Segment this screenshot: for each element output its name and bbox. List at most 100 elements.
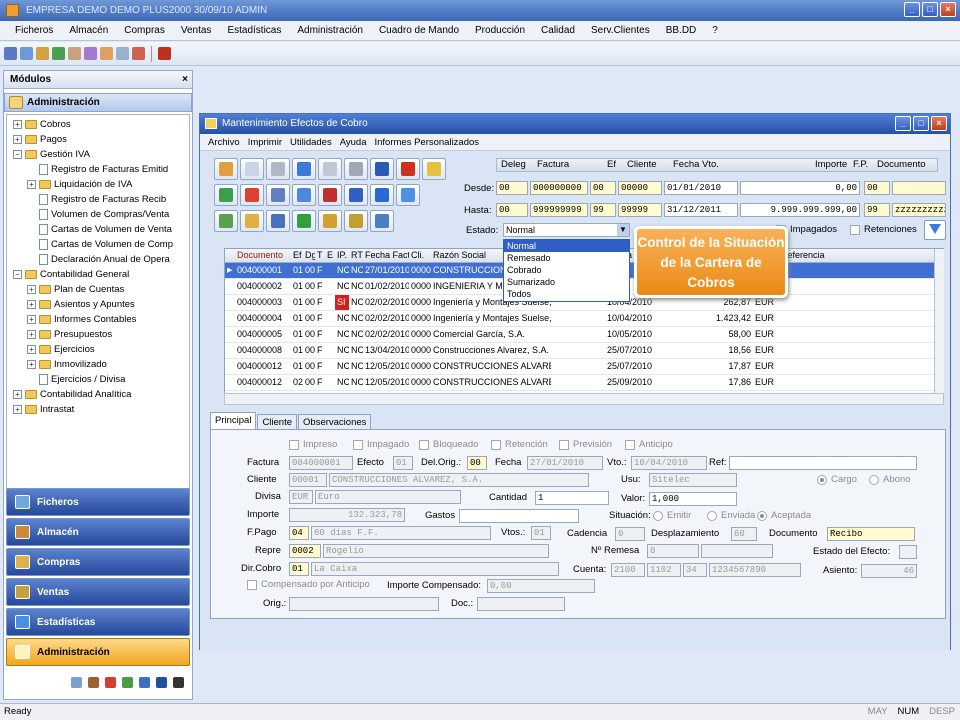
dir-cobro-name-field[interactable]: La Caixa (311, 562, 559, 576)
enviada-radio[interactable] (707, 511, 717, 521)
tree-node[interactable]: Cartas de Volumen de Comp (7, 237, 189, 252)
divisa-name-field[interactable]: Euro (315, 490, 461, 504)
action-button[interactable] (318, 158, 342, 180)
shortcut-icon[interactable] (122, 676, 133, 688)
shortcut-icon[interactable] (139, 676, 150, 688)
tool-icon[interactable] (52, 47, 65, 60)
window-menu-item[interactable]: Utilidades (286, 137, 336, 148)
tool-icon[interactable] (132, 47, 145, 60)
menu-item[interactable]: Compras (115, 25, 172, 36)
menu-item[interactable]: Almacén (60, 25, 115, 36)
tree-node[interactable]: + Presupuestos (7, 327, 189, 342)
factura-field[interactable]: 004000001 (289, 456, 353, 470)
minimize-button[interactable]: _ (904, 2, 920, 17)
filter-hasta-field[interactable]: 31/12/2011 (664, 203, 738, 217)
grid-column-header[interactable]: E (325, 249, 335, 262)
fecha-field[interactable]: 27/01/2010 (527, 456, 603, 470)
expand-icon[interactable]: + (13, 120, 22, 129)
expand-icon[interactable]: + (27, 180, 36, 189)
nav-button[interactable]: Estadísticas (6, 608, 190, 636)
window-menu-item[interactable]: Archivo (204, 137, 244, 148)
window-menu-item[interactable]: Imprimir (244, 137, 286, 148)
chevron-down-icon[interactable]: ▼ (617, 224, 629, 236)
grid-column-header[interactable]: Cli. (409, 249, 431, 262)
shortcut-icon[interactable] (173, 676, 184, 688)
action-button[interactable] (370, 210, 394, 232)
retenciones-checkbox[interactable] (850, 225, 860, 235)
usu-field[interactable]: Sitelec (649, 473, 737, 487)
estado-select[interactable]: Normal ▼ (503, 223, 630, 237)
action-button[interactable] (266, 184, 290, 206)
table-row[interactable]: 004000004 0100F NCNO02/02/201000002Ingenie… (225, 311, 943, 327)
filter-desde-field[interactable]: 00000 (618, 181, 662, 195)
menu-item[interactable]: Estadísticas (218, 25, 288, 36)
shortcut-icon[interactable] (71, 676, 82, 688)
table-row[interactable]: 004000005 0100F NCNO02/02/201000005Comerci… (225, 327, 943, 343)
action-button[interactable] (396, 158, 420, 180)
del-orig-field[interactable]: 00 (467, 456, 487, 470)
filter-hasta-field[interactable]: 99 (864, 203, 890, 217)
action-button[interactable] (344, 158, 368, 180)
gastos-field[interactable] (459, 509, 579, 523)
importe-compensado-field[interactable]: 0,00 (487, 579, 595, 593)
remesa-field[interactable]: 0 (647, 544, 699, 558)
window-menu-item[interactable]: Informes Personalizados (370, 137, 483, 148)
tree-node[interactable]: Declaración Anual de Opera (7, 252, 189, 267)
action-button[interactable] (240, 210, 264, 232)
menu-item[interactable]: Ventas (172, 25, 219, 36)
filter-desde-field[interactable]: 000000000 (530, 181, 588, 195)
filter-hasta-field[interactable]: 99 (590, 203, 616, 217)
estado-efecto-field[interactable] (899, 545, 917, 559)
tool-icon[interactable] (20, 47, 33, 60)
remesa-extra-field[interactable] (701, 544, 773, 558)
asiento-field[interactable]: 46 (861, 564, 917, 578)
action-button[interactable] (266, 210, 290, 232)
tree-node[interactable]: + Intrastat (7, 402, 189, 417)
abono-radio[interactable] (869, 475, 879, 485)
tree-node[interactable]: Registro de Facturas Emitid (7, 162, 189, 177)
dropdown-option[interactable]: Normal (504, 240, 629, 252)
grid-column-header[interactable]: Documento (235, 249, 291, 262)
table-row[interactable]: 004000012 0100F NCNO12/05/201000001CONSTRU… (225, 359, 943, 375)
nav-button[interactable]: Administración (6, 638, 190, 666)
close-button[interactable]: × (940, 2, 956, 17)
orig-field[interactable] (289, 597, 439, 611)
divisa-code-field[interactable]: EUR (289, 490, 313, 504)
collapse-icon[interactable]: − (13, 150, 22, 159)
menu-item[interactable]: ? (703, 25, 725, 36)
table-row[interactable]: 004000008 0100F NCNO13/04/201000001Constru… (225, 343, 943, 359)
nav-button[interactable]: Compras (6, 548, 190, 576)
action-button[interactable] (344, 184, 368, 206)
expand-icon[interactable]: + (27, 330, 36, 339)
aceptada-radio[interactable] (757, 511, 767, 521)
action-button[interactable] (240, 184, 264, 206)
action-button[interactable] (292, 210, 316, 232)
menu-item[interactable]: Producción (466, 25, 532, 36)
repre-code-field[interactable]: 0002 (289, 544, 321, 558)
tool-icon[interactable] (100, 47, 113, 60)
tree-node[interactable]: Registro de Facturas Recib (7, 192, 189, 207)
shortcut-icon[interactable] (156, 676, 167, 688)
cadencia-field[interactable]: 0 (615, 527, 645, 541)
grid-column-header[interactable]: Ef (291, 249, 303, 262)
dropdown-option[interactable]: Cobrado (504, 264, 629, 276)
tool-icon[interactable] (68, 47, 81, 60)
checkbox-bloqueado[interactable] (419, 440, 429, 450)
maximize-button[interactable]: □ (913, 116, 929, 131)
tool-icon[interactable] (116, 47, 129, 60)
tree-node[interactable]: − Gestión IVA (7, 147, 189, 162)
tree-node[interactable]: − Contabilidad General (7, 267, 189, 282)
filter-hasta-field[interactable]: 999999999 (530, 203, 588, 217)
close-button[interactable]: × (931, 116, 947, 131)
filter-desde-field[interactable]: 01/01/2010 (664, 181, 738, 195)
checkbox-anticipo[interactable] (625, 440, 635, 450)
menu-item[interactable]: Serv.Clientes (582, 25, 657, 36)
menu-item[interactable]: Cuadro de Mando (370, 25, 466, 36)
dropdown-option[interactable]: Sumarizado (504, 276, 629, 288)
cliente-code-field[interactable]: 00001 (289, 473, 327, 487)
tree-node[interactable]: Volumen de Compras/Venta (7, 207, 189, 222)
ref-field[interactable] (729, 456, 917, 470)
filter-desde-field[interactable]: 00 (590, 181, 616, 195)
shortcut-icon[interactable] (105, 676, 116, 688)
action-button[interactable] (318, 184, 342, 206)
